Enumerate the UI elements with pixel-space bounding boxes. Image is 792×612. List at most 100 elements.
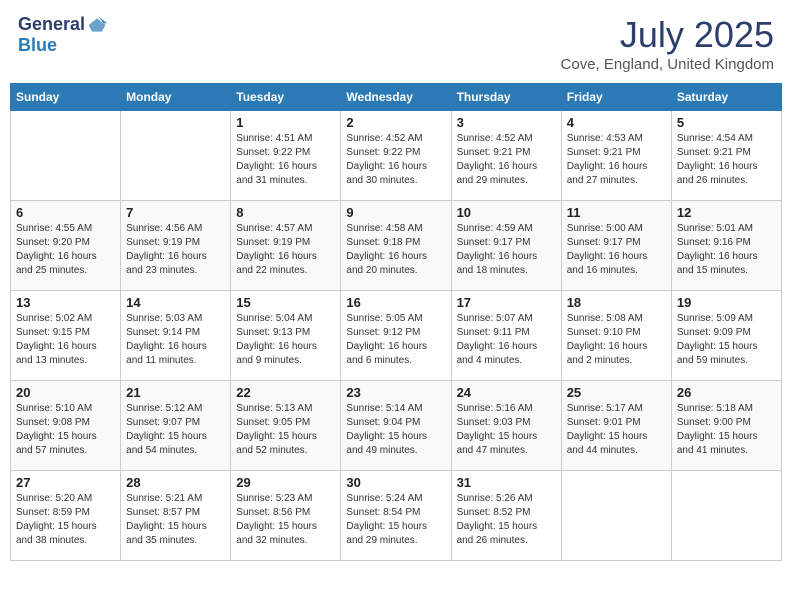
calendar-cell: 10 Sunrise: 4:59 AM Sunset: 9:17 PM Dayli… [451,201,561,291]
day-info: Sunrise: 4:59 AM Sunset: 9:17 PM Dayligh… [457,222,556,278]
day-info: Sunrise: 5:16 AM Sunset: 9:03 PM Dayligh… [457,402,556,458]
header-row: SundayMondayTuesdayWednesdayThursdayFrid… [11,84,782,111]
calendar-cell: 24 Sunrise: 5:16 AM Sunset: 9:03 PM Dayli… [451,381,561,471]
day-info: Sunrise: 5:07 AM Sunset: 9:11 PM Dayligh… [457,312,556,368]
calendar-cell: 28Sunrise: 5:21 AM Sunset: 8:57 PM Dayli… [121,471,231,561]
column-header-monday: Monday [121,84,231,111]
calendar-cell: 5Sunrise: 4:54 AM Sunset: 9:21 PM Daylig… [671,111,781,201]
calendar-cell: 13 Sunrise: 5:02 AM Sunset: 9:15 PM Dayli… [11,291,121,381]
calendar-cell: 17 Sunrise: 5:07 AM Sunset: 9:11 PM Dayli… [451,291,561,381]
day-info: Sunrise: 5:24 AM Sunset: 8:54 PM Dayligh… [346,492,445,548]
day-number: 9 [346,205,445,220]
calendar-cell: 1Sunrise: 4:51 AM Sunset: 9:22 PM Daylig… [231,111,341,201]
day-info: Sunrise: 5:03 AM Sunset: 9:14 PM Dayligh… [126,312,225,368]
day-info: Sunrise: 4:52 AM Sunset: 9:21 PM Dayligh… [457,132,556,188]
calendar-cell: 19Sunrise: 5:09 AM Sunset: 9:09 PM Dayli… [671,291,781,381]
day-number: 23 [346,385,445,400]
calendar-cell [671,471,781,561]
day-info: Sunrise: 5:10 AM Sunset: 9:08 PM Dayligh… [16,402,115,458]
page-header: General Blue July 2025 Cove, England, Un… [10,10,782,77]
day-info: Sunrise: 4:53 AM Sunset: 9:21 PM Dayligh… [567,132,666,188]
day-number: 2 [346,115,445,130]
calendar-cell: 22Sunrise: 5:13 AM Sunset: 9:05 PM Dayli… [231,381,341,471]
day-info: Sunrise: 5:14 AM Sunset: 9:04 PM Dayligh… [346,402,445,458]
column-header-tuesday: Tuesday [231,84,341,111]
calendar-cell: 3Sunrise: 4:52 AM Sunset: 9:21 PM Daylig… [451,111,561,201]
day-number: 26 [677,385,776,400]
calendar-cell: 23 Sunrise: 5:14 AM Sunset: 9:04 PM Dayli… [341,381,451,471]
column-header-thursday: Thursday [451,84,561,111]
week-row-1: 1Sunrise: 4:51 AM Sunset: 9:22 PM Daylig… [11,111,782,201]
day-number: 18 [567,295,666,310]
logo-text-blue: Blue [18,35,57,55]
day-info: Sunrise: 4:58 AM Sunset: 9:18 PM Dayligh… [346,222,445,278]
calendar-cell [121,111,231,201]
calendar-body: 1Sunrise: 4:51 AM Sunset: 9:22 PM Daylig… [11,111,782,561]
day-info: Sunrise: 5:26 AM Sunset: 8:52 PM Dayligh… [457,492,556,548]
day-info: Sunrise: 5:17 AM Sunset: 9:01 PM Dayligh… [567,402,666,458]
day-info: Sunrise: 5:21 AM Sunset: 8:57 PM Dayligh… [126,492,225,548]
month-year-title: July 2025 [561,14,774,56]
day-info: Sunrise: 4:55 AM Sunset: 9:20 PM Dayligh… [16,222,115,278]
day-number: 12 [677,205,776,220]
day-number: 13 [16,295,115,310]
calendar-cell: 29Sunrise: 5:23 AM Sunset: 8:56 PM Dayli… [231,471,341,561]
day-number: 10 [457,205,556,220]
week-row-3: 13 Sunrise: 5:02 AM Sunset: 9:15 PM Dayli… [11,291,782,381]
calendar-cell: 21Sunrise: 5:12 AM Sunset: 9:07 PM Dayli… [121,381,231,471]
calendar-cell: 6 Sunrise: 4:55 AM Sunset: 9:20 PM Daylig… [11,201,121,291]
calendar-cell: 16Sunrise: 5:05 AM Sunset: 9:12 PM Dayli… [341,291,451,381]
week-row-4: 20 Sunrise: 5:10 AM Sunset: 9:08 PM Dayli… [11,381,782,471]
day-number: 1 [236,115,335,130]
calendar-header: SundayMondayTuesdayWednesdayThursdayFrid… [11,84,782,111]
day-info: Sunrise: 4:52 AM Sunset: 9:22 PM Dayligh… [346,132,445,188]
calendar-cell: 12 Sunrise: 5:01 AM Sunset: 9:16 PM Dayli… [671,201,781,291]
logo: General Blue [18,14,107,56]
day-number: 19 [677,295,776,310]
day-number: 4 [567,115,666,130]
day-number: 5 [677,115,776,130]
calendar-cell: 18 Sunrise: 5:08 AM Sunset: 9:10 PM Dayli… [561,291,671,381]
calendar-cell: 7Sunrise: 4:56 AM Sunset: 9:19 PM Daylig… [121,201,231,291]
day-number: 29 [236,475,335,490]
calendar-cell [561,471,671,561]
calendar-cell: 14 Sunrise: 5:03 AM Sunset: 9:14 PM Dayli… [121,291,231,381]
calendar-table: SundayMondayTuesdayWednesdayThursdayFrid… [10,83,782,561]
logo-text-general: General [18,14,85,35]
calendar-cell: 8 Sunrise: 4:57 AM Sunset: 9:19 PM Daylig… [231,201,341,291]
day-number: 14 [126,295,225,310]
day-info: Sunrise: 5:02 AM Sunset: 9:15 PM Dayligh… [16,312,115,368]
day-info: Sunrise: 5:00 AM Sunset: 9:17 PM Dayligh… [567,222,666,278]
day-info: Sunrise: 5:18 AM Sunset: 9:00 PM Dayligh… [677,402,776,458]
calendar-cell: 25 Sunrise: 5:17 AM Sunset: 9:01 PM Dayli… [561,381,671,471]
day-info: Sunrise: 5:05 AM Sunset: 9:12 PM Dayligh… [346,312,445,368]
location-subtitle: Cove, England, United Kingdom [561,56,774,73]
column-header-friday: Friday [561,84,671,111]
day-number: 24 [457,385,556,400]
day-info: Sunrise: 5:08 AM Sunset: 9:10 PM Dayligh… [567,312,666,368]
day-number: 25 [567,385,666,400]
day-number: 20 [16,385,115,400]
day-number: 31 [457,475,556,490]
calendar-cell [11,111,121,201]
calendar-cell: 9 Sunrise: 4:58 AM Sunset: 9:18 PM Daylig… [341,201,451,291]
day-number: 30 [346,475,445,490]
day-number: 15 [236,295,335,310]
calendar-cell: 4 Sunrise: 4:53 AM Sunset: 9:21 PM Daylig… [561,111,671,201]
day-number: 8 [236,205,335,220]
column-header-wednesday: Wednesday [341,84,451,111]
title-section: July 2025 Cove, England, United Kingdom [561,14,774,73]
calendar-cell: 31 Sunrise: 5:26 AM Sunset: 8:52 PM Dayli… [451,471,561,561]
column-header-sunday: Sunday [11,84,121,111]
calendar-cell: 30 Sunrise: 5:24 AM Sunset: 8:54 PM Dayli… [341,471,451,561]
day-info: Sunrise: 4:57 AM Sunset: 9:19 PM Dayligh… [236,222,335,278]
day-number: 6 [16,205,115,220]
day-number: 17 [457,295,556,310]
day-info: Sunrise: 5:01 AM Sunset: 9:16 PM Dayligh… [677,222,776,278]
week-row-5: 27Sunrise: 5:20 AM Sunset: 8:59 PM Dayli… [11,471,782,561]
logo-icon [87,15,107,35]
calendar-cell: 11Sunrise: 5:00 AM Sunset: 9:17 PM Dayli… [561,201,671,291]
calendar-cell: 26 Sunrise: 5:18 AM Sunset: 9:00 PM Dayli… [671,381,781,471]
day-info: Sunrise: 5:04 AM Sunset: 9:13 PM Dayligh… [236,312,335,368]
day-info: Sunrise: 5:13 AM Sunset: 9:05 PM Dayligh… [236,402,335,458]
